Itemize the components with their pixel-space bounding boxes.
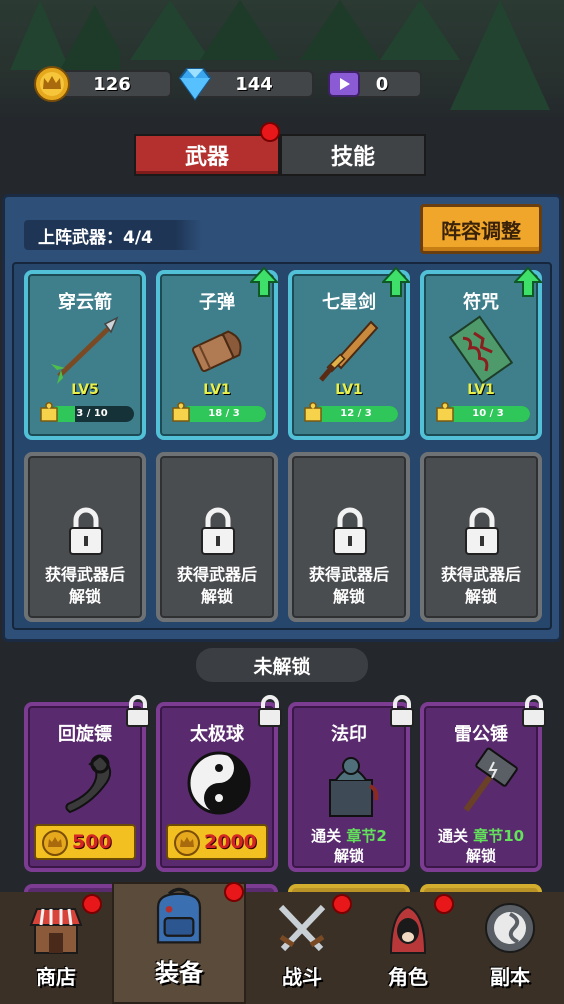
crossed-swords-icon xyxy=(278,904,326,952)
weapon-level: LV1 xyxy=(467,382,495,398)
shard-progress-bar: 12 / 3 xyxy=(314,406,398,422)
nav-shop-label: 商店 xyxy=(36,965,76,989)
shard-progress-bar: 3 / 10 xyxy=(50,406,134,422)
puzzle-shard-icon xyxy=(436,402,454,422)
unlockable-card-thunder-hammer[interactable]: 雷公锤 通关 章节10 解锁 xyxy=(420,695,546,872)
hooded-character-icon xyxy=(389,905,427,954)
padlock-icon xyxy=(69,507,103,555)
weapon-level: LV5 xyxy=(71,382,99,398)
pine-tree-decoration xyxy=(0,0,120,70)
pine-tree-decoration xyxy=(440,0,564,110)
nav-dungeon[interactable]: 副本 xyxy=(456,892,564,1004)
video-ticket-icon xyxy=(326,66,362,102)
portal-icon xyxy=(485,903,535,953)
locked-slot-text: 获得武器后 解锁 xyxy=(44,565,125,606)
tab-skills[interactable]: 技能 xyxy=(280,134,426,176)
progress-text: 18 / 3 xyxy=(208,408,240,419)
padlock-icon xyxy=(465,507,499,555)
tab-weapons[interactable]: 武器 xyxy=(134,134,280,176)
yin-yang-icon xyxy=(187,751,251,815)
notification-dot xyxy=(262,124,278,140)
weapon-card-arrow[interactable]: 穿云箭 LV5 3 / 10 xyxy=(24,270,146,440)
padlock-icon xyxy=(126,695,150,727)
shard-progress-bar: 18 / 3 xyxy=(182,406,266,422)
diamond-icon xyxy=(176,66,212,102)
crown-coin-icon xyxy=(174,830,200,856)
weapon-card-talisman[interactable]: 符咒 LV1 10 / 3 xyxy=(420,266,542,440)
weapon-card-bullet[interactable]: 子弹 LV1 18 / 3 xyxy=(156,266,278,440)
pine-tree-decoration xyxy=(130,0,280,60)
locked-slot-text: 获得武器后 解锁 xyxy=(440,565,521,606)
unlock-condition: 通关 章节2 解锁 xyxy=(311,827,387,865)
crown-currency: 126 xyxy=(34,66,174,102)
locked-slot-text: 获得武器后 解锁 xyxy=(176,565,257,606)
weapon-name: 穿云箭 xyxy=(58,292,112,313)
puzzle-shard-icon xyxy=(304,402,322,422)
nav-equipment-label: 装备 xyxy=(155,959,203,987)
locked-weapon-slot: 获得武器后 解锁 xyxy=(420,452,542,622)
crown-coin-icon xyxy=(34,66,70,102)
backpack-icon xyxy=(156,887,202,944)
progress-text: 10 / 3 xyxy=(472,408,504,419)
nav-dungeon-label: 副本 xyxy=(490,965,530,989)
tab-weapons-label: 武器 xyxy=(184,145,229,170)
padlock-icon xyxy=(522,695,546,727)
nav-character-label: 角色 xyxy=(388,965,428,989)
ticket-currency: 0 xyxy=(326,66,422,102)
arrow-icon xyxy=(51,316,119,384)
notification-dot xyxy=(84,896,100,912)
nav-battle-label: 战斗 xyxy=(282,965,322,989)
shard-progress-bar: 10 / 3 xyxy=(446,406,530,422)
buy-price-button[interactable]: 500 xyxy=(34,824,136,860)
boomerang-icon xyxy=(65,754,111,814)
tab-skills-label: 技能 xyxy=(330,145,375,170)
locked-weapon-slot: 获得武器后 解锁 xyxy=(288,452,410,622)
buy-price-button[interactable]: 2000 xyxy=(166,824,268,860)
talisman-icon xyxy=(448,315,514,385)
upgrade-arrow-icon xyxy=(382,266,410,297)
weapon-card-seven-star-sword[interactable]: 七星剑 LV1 12 / 3 xyxy=(288,266,410,440)
nav-equipment[interactable]: 装备 xyxy=(112,882,246,1004)
shop-icon xyxy=(29,908,83,954)
unlockable-card-boomerang[interactable]: 回旋镖 500 xyxy=(24,695,150,872)
puzzle-shard-icon xyxy=(40,402,58,422)
weapon-level: LV1 xyxy=(335,382,363,398)
bottom-nav: 商店 装备 战斗 角色 副本 xyxy=(0,882,564,1004)
locked-weapon-slot: 获得武器后 解锁 xyxy=(156,452,278,622)
progress-text: 12 / 3 xyxy=(340,408,372,419)
seal-stamp-icon xyxy=(329,757,379,817)
locked-section-title: 未解锁 xyxy=(196,648,368,682)
price-value: 2000 xyxy=(204,831,257,853)
upgrade-arrow-icon xyxy=(250,266,278,297)
notification-dot xyxy=(226,884,242,900)
padlock-icon xyxy=(333,507,367,555)
bullet-icon xyxy=(191,330,242,372)
upgrade-arrow-icon xyxy=(514,266,542,297)
price-value: 500 xyxy=(72,831,112,853)
adjust-lineup-button[interactable]: 阵容调整 xyxy=(420,204,542,254)
puzzle-shard-icon xyxy=(172,402,190,422)
wooden-sword-icon xyxy=(319,320,379,382)
padlock-icon xyxy=(390,695,414,727)
progress-text: 3 / 10 xyxy=(76,408,108,419)
padlock-icon xyxy=(201,507,235,555)
locked-weapon-slot: 获得武器后 解锁 xyxy=(24,452,146,622)
pine-tree-decoration xyxy=(300,0,460,60)
weapon-level: LV1 xyxy=(203,382,231,398)
unlockable-card-taiji-ball[interactable]: 太极球 2000 xyxy=(156,695,282,872)
crown-amount: 126 xyxy=(52,70,172,98)
gem-currency: 144 xyxy=(176,66,316,102)
unlockable-card-seal[interactable]: 法印 通关 章节2 解锁 xyxy=(288,695,414,872)
crown-coin-icon xyxy=(42,830,68,856)
hammer-icon xyxy=(463,747,518,812)
padlock-icon xyxy=(258,695,282,727)
unlock-condition: 通关 章节10 解锁 xyxy=(437,827,525,865)
lineup-count: 上阵武器：4/4 xyxy=(24,220,202,250)
notification-dot xyxy=(334,896,350,912)
locked-slot-text: 获得武器后 解锁 xyxy=(308,565,389,606)
notification-dot xyxy=(436,896,452,912)
